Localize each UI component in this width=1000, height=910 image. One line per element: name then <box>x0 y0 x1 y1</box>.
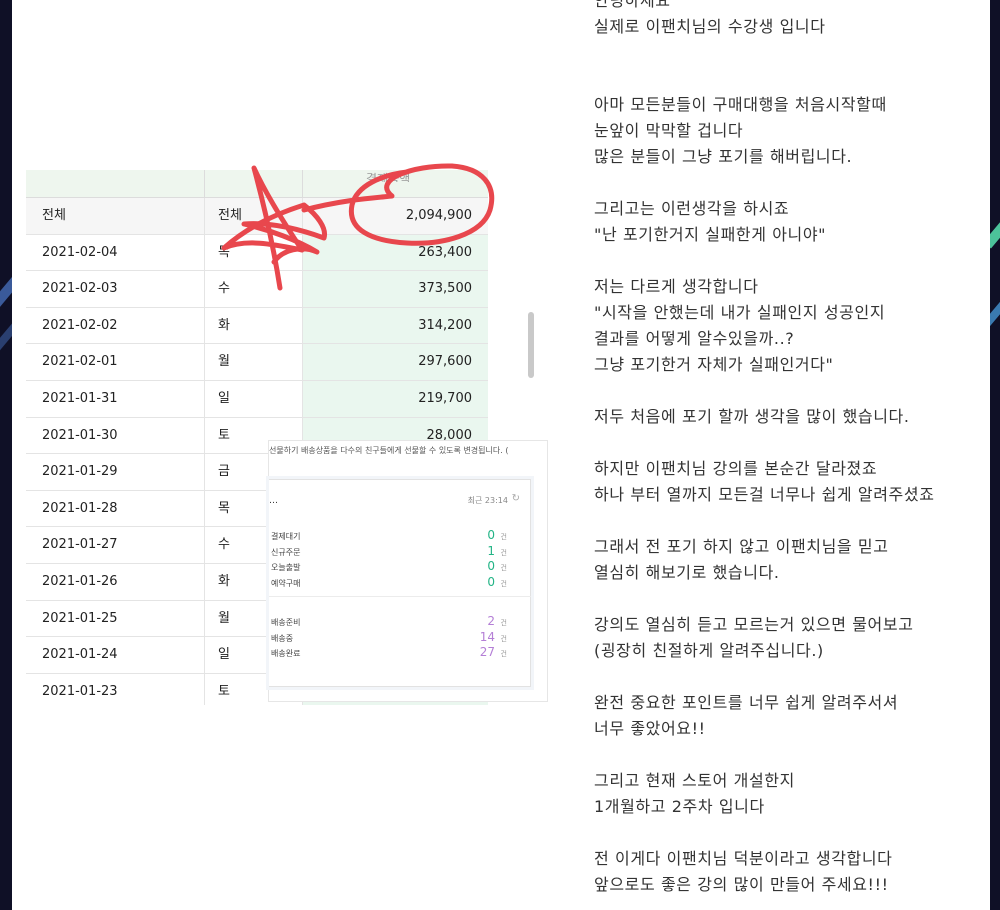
refresh-icon[interactable]: ↻ <box>512 493 520 504</box>
amount-cell: 263,400 <box>418 244 472 260</box>
status-count: 1 <box>487 543 495 558</box>
review-paragraph: 저는 다르게 생각합니다 "시작을 안했는데 내가 실패인지 성공인지 결과를 … <box>594 277 886 374</box>
review-paragraph: 강의도 열심히 듣고 모르는거 있으면 물어보고 (굉장히 친절하게 알려주십니… <box>594 615 914 660</box>
table-row: 2021-01-31 일 219,700 <box>26 381 488 418</box>
date-cell: 2021-01-28 <box>42 500 118 516</box>
review-paragraph: 그리고는 이런생각을 하시죠 "난 포기한거지 실패한게 아니야" <box>594 199 827 244</box>
status-label: 오늘출발 <box>271 563 301 572</box>
review-paper: 결제금액 전체 전체 2,094,900 2021-02-04 목 263,400 2021… <box>12 0 990 910</box>
weekday-cell: 일 <box>218 391 230 406</box>
date-cell: 2021-01-27 <box>42 537 118 553</box>
amount-cell: 314,200 <box>418 317 472 333</box>
date-cell: 2021-01-26 <box>42 574 118 589</box>
date-cell: 2021-02-04 <box>42 244 118 260</box>
order-status-item[interactable]: 오늘출발 0 건 <box>269 559 509 575</box>
status-label: 배송준비 <box>271 618 301 627</box>
date-cell: 전체 <box>42 208 66 223</box>
status-unit: 건 <box>500 619 507 627</box>
status-label: 배송완료 <box>271 649 301 658</box>
date-cell: 2021-01-31 <box>42 391 118 406</box>
date-cell: 2021-02-02 <box>42 317 118 333</box>
weekday-cell: 수 <box>218 537 230 553</box>
order-status-panel: … 최근 23:14 ↻ 결제대기 0 건 신규주문 1 건 오늘출발 0 건 예약구매 0 건 배송… <box>269 479 531 687</box>
order-status-card: 선물하기 배송상품을 다수의 친구들에게 선물할 수 있도록 변경됩니다. ( … <box>268 440 548 702</box>
status-count: 0 <box>487 559 495 573</box>
order-status-item[interactable]: 예약구매 0 건 <box>269 575 509 591</box>
review-paragraph: 그래서 전 포기 하지 않고 이팬치님을 믿고 열심히 해보기로 했습니다. <box>594 537 889 582</box>
order-status-item[interactable]: 신규주문 1 건 <box>269 544 509 560</box>
review-paragraph: 완전 중요한 포인트를 너무 쉽게 알려주서셔 너무 좋았어요!! <box>594 693 899 738</box>
status-unit: 건 <box>500 533 507 541</box>
order-status-item[interactable]: 결제대기 0 건 <box>269 528 509 544</box>
weekday-cell: 전체 <box>218 208 242 223</box>
weekday-cell: 목 <box>218 500 230 516</box>
table-header: 결제금액 <box>26 170 488 198</box>
status-unit: 건 <box>500 650 507 658</box>
date-cell: 2021-02-01 <box>42 354 118 370</box>
weekday-cell: 화 <box>218 317 230 333</box>
date-cell: 2021-02-03 <box>42 281 118 297</box>
review-paragraph: 저두 처음에 포기 할까 생각을 많이 했습니다. <box>594 407 910 426</box>
order-status-item[interactable]: 배송준비 2 건 <box>269 614 509 630</box>
status-label: 결제대기 <box>271 532 301 541</box>
review-paragraph: 그리고 현재 스토어 개설한지 1개월하고 2주차 입니다 <box>594 771 795 816</box>
status-count: 14 <box>479 629 495 644</box>
weekday-cell: 월 <box>218 354 230 370</box>
status-unit: 건 <box>500 548 507 557</box>
panel-title: … <box>269 496 278 506</box>
weekday-cell: 일 <box>218 647 230 663</box>
review-paragraph: 안녕하세요 실제로 이팬치님의 수강생 입니다 <box>594 0 826 36</box>
payment-amount-header: 결제금액 <box>366 172 411 182</box>
table-total-row: 전체 전체 2,094,900 <box>26 198 488 235</box>
weekday-cell: 월 <box>218 610 230 626</box>
weekday-cell: 토 <box>218 427 230 443</box>
date-cell: 2021-01-25 <box>42 610 118 626</box>
weekday-cell: 화 <box>218 574 230 589</box>
table-row: 2021-02-02 화 314,200 <box>26 307 488 345</box>
amount-cell: 297,600 <box>418 354 472 370</box>
table-row: 2021-02-04 목 263,400 <box>26 234 488 272</box>
review-text: 안녕하세요 실제로 이팬치님의 수강생 입니다아마 모든분들이 구매대행을 처음… <box>594 0 994 898</box>
table-row: 2021-02-03 수 373,500 <box>26 271 488 308</box>
weekday-cell: 수 <box>218 281 230 297</box>
status-unit: 건 <box>500 579 507 588</box>
order-status-item[interactable]: 배송중 14 건 <box>269 630 509 646</box>
status-unit: 건 <box>500 564 507 572</box>
amount-cell: 373,500 <box>418 281 472 297</box>
table-row: 2021-02-01 월 297,600 <box>26 344 488 381</box>
review-paragraph: 아마 모든분들이 구매대행을 처음시작할때 눈앞이 막막할 겁니다 많은 분들이… <box>594 95 887 166</box>
status-count: 2 <box>487 614 495 628</box>
amount-cell: 2,094,900 <box>405 208 472 223</box>
review-paragraph: 전 이게다 이팬치님 덕분이라고 생각합니다 앞으로도 좋은 강의 많이 만들어… <box>594 849 893 894</box>
weekday-cell: 목 <box>218 244 230 260</box>
status-unit: 건 <box>500 634 507 643</box>
status-count: 0 <box>487 574 495 589</box>
date-cell: 2021-01-23 <box>42 683 118 699</box>
weekday-cell: 금 <box>218 464 230 480</box>
date-cell: 2021-01-30 <box>42 427 118 443</box>
order-status-item[interactable]: 배송완료 27 건 <box>269 645 509 661</box>
status-count: 27 <box>479 645 495 659</box>
status-label: 배송중 <box>271 633 294 643</box>
amount-cell: 219,700 <box>418 391 472 406</box>
updated-time: 최근 23:14 <box>467 496 508 505</box>
scrollbar[interactable] <box>528 312 534 378</box>
date-cell: 2021-01-24 <box>42 647 118 663</box>
divider <box>269 596 531 597</box>
status-label: 신규주문 <box>271 547 301 557</box>
status-count: 0 <box>487 528 495 542</box>
date-cell: 2021-01-29 <box>42 464 118 480</box>
review-paragraph: 하지만 이팬치님 강의를 본순간 달라졌죠 하나 부터 열까지 모든걸 너무나 … <box>594 459 935 504</box>
status-label: 예약구매 <box>271 578 301 588</box>
notice-text: 선물하기 배송상품을 다수의 친구들에게 선물할 수 있도록 변경됩니다. ( <box>269 446 509 455</box>
weekday-cell: 토 <box>218 683 230 699</box>
